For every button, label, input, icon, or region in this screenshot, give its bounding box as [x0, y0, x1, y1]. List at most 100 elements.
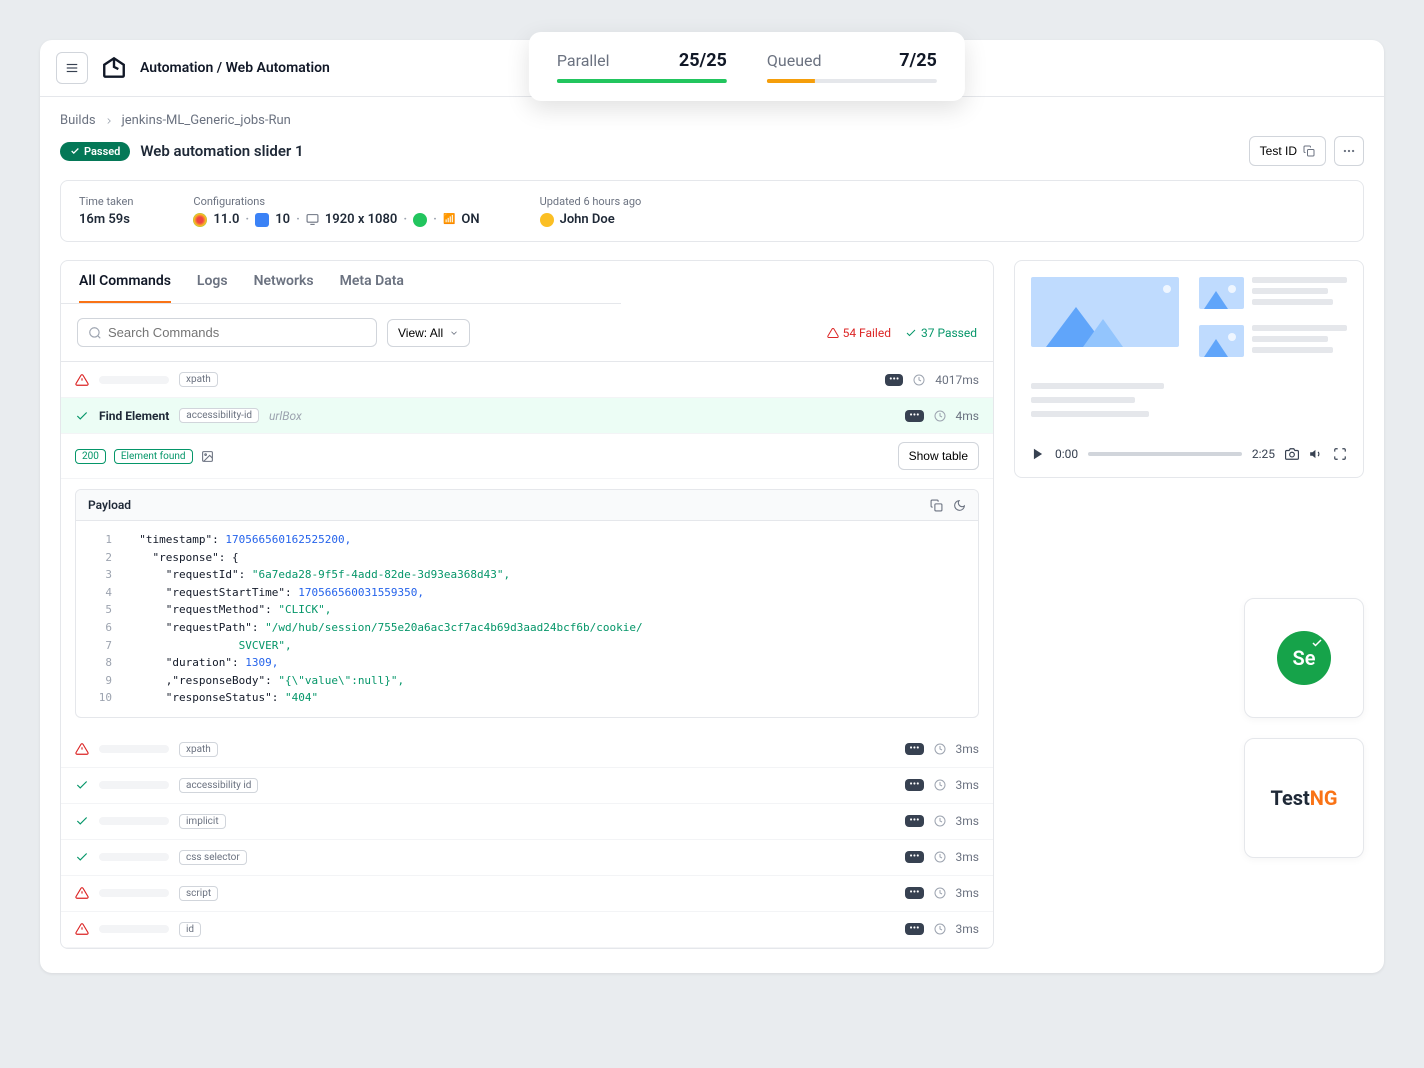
more-button[interactable]	[1334, 136, 1364, 166]
time-taken-value: 16m 59s	[79, 212, 133, 227]
warning-icon	[75, 886, 89, 900]
command-row[interactable]: implicit •••3ms	[61, 804, 993, 840]
configurations-label: Configurations	[193, 195, 479, 208]
selenium-card: Se	[1244, 598, 1364, 718]
page-title: Web automation slider 1	[140, 142, 303, 160]
hamburger-icon	[65, 61, 79, 75]
parallel-value: 25/25	[679, 50, 727, 71]
breadcrumb: Builds jenkins-ML_Generic_jobs-Run	[60, 113, 1364, 128]
logo-icon	[100, 54, 128, 82]
crumb-current: jenkins-ML_Generic_jobs-Run	[122, 113, 291, 128]
check-icon	[905, 327, 917, 339]
tab-networks[interactable]: Networks	[254, 273, 314, 303]
duration: 3ms	[956, 886, 979, 900]
search-input[interactable]	[77, 318, 377, 347]
more-icon[interactable]: •••	[905, 779, 923, 791]
queued-label: Queued	[767, 51, 822, 70]
warning-icon	[75, 373, 89, 387]
crumb-root[interactable]: Builds	[60, 113, 96, 128]
payload-title: Payload	[88, 498, 131, 512]
parallel-label: Parallel	[557, 51, 610, 70]
clock-icon	[934, 743, 946, 755]
video-time-end: 2:25	[1252, 447, 1275, 461]
duration: 3ms	[956, 742, 979, 756]
selector-tag: script	[179, 886, 218, 901]
more-icon[interactable]: •••	[905, 743, 923, 755]
command-row[interactable]: css selector •••3ms	[61, 840, 993, 876]
tabs: All Commands Logs Networks Meta Data	[61, 261, 621, 304]
image-icon[interactable]	[201, 450, 214, 463]
signal-icon: 📶	[443, 214, 455, 225]
more-icon[interactable]: •••	[905, 815, 923, 827]
video-time-start: 0:00	[1055, 447, 1078, 461]
updated-label: Updated 6 hours ago	[540, 195, 642, 208]
tab-all-commands[interactable]: All Commands	[79, 273, 171, 303]
selector-tag: id	[179, 922, 201, 937]
more-icon[interactable]: •••	[905, 851, 923, 863]
monitor-icon	[306, 213, 319, 226]
command-name: Find Element	[99, 409, 169, 423]
command-detail-row: 200 Element found Show table	[61, 434, 993, 479]
volume-icon[interactable]	[1309, 447, 1323, 461]
selenium-icon: Se	[1277, 631, 1331, 685]
testng-card: TestNG	[1244, 738, 1364, 858]
tab-logs[interactable]: Logs	[197, 273, 228, 303]
command-row[interactable]: accessibility id •••3ms	[61, 768, 993, 804]
warning-icon	[75, 922, 89, 936]
chevron-down-icon	[449, 328, 459, 338]
queued-value: 7/25	[899, 50, 937, 71]
chevron-right-icon	[104, 116, 114, 126]
clock-icon	[934, 923, 946, 935]
warning-icon	[827, 327, 839, 339]
check-icon	[75, 850, 89, 864]
fullscreen-icon[interactable]	[1333, 447, 1347, 461]
command-row[interactable]: Find Element accessibility-id urlBox •••…	[61, 398, 993, 434]
time-taken-label: Time taken	[79, 195, 133, 208]
play-icon[interactable]	[1031, 447, 1045, 461]
chrome-icon	[193, 213, 207, 227]
payload-panel: Payload 1 "timestamp": 17056656016252520…	[75, 489, 979, 718]
video-scrubber[interactable]	[1088, 452, 1242, 456]
more-icon[interactable]: •••	[885, 374, 903, 386]
failed-count: 54 Failed	[827, 326, 891, 340]
copy-icon[interactable]	[930, 499, 943, 512]
selector-tag: xpath	[179, 372, 218, 387]
show-table-button[interactable]: Show table	[898, 442, 979, 470]
clock-icon	[934, 779, 946, 791]
status-code: 200	[75, 449, 106, 464]
selector-tag: accessibility-id	[179, 408, 259, 423]
search-icon	[88, 326, 102, 340]
more-icon[interactable]: •••	[905, 410, 923, 422]
check-icon	[75, 409, 89, 423]
check-icon	[70, 146, 80, 156]
tab-meta-data[interactable]: Meta Data	[340, 273, 404, 303]
test-id-button[interactable]: Test ID	[1249, 136, 1326, 166]
command-row[interactable]: script ••• 3ms	[61, 876, 993, 912]
globe-icon	[413, 213, 427, 227]
camera-icon[interactable]	[1285, 447, 1299, 461]
view-filter-button[interactable]: View: All	[387, 319, 470, 347]
testng-icon: TestNG	[1270, 786, 1337, 810]
menu-button[interactable]	[56, 52, 88, 84]
status-msg: Element found	[114, 449, 193, 464]
selector-tag: xpath	[179, 742, 218, 757]
selector-tag: accessibility id	[179, 778, 258, 793]
clock-icon	[934, 851, 946, 863]
moon-icon[interactable]	[953, 499, 966, 512]
avatar	[540, 213, 554, 227]
check-icon	[75, 814, 89, 828]
more-horizontal-icon	[1342, 144, 1356, 158]
breadcrumb-top: Automation / Web Automation	[140, 60, 330, 76]
more-icon[interactable]: •••	[905, 887, 923, 899]
selector-tag: css selector	[179, 850, 247, 865]
copy-icon	[1303, 145, 1315, 157]
command-row[interactable]: id ••• 3ms	[61, 912, 993, 948]
command-row[interactable]: xpath ••• 3ms	[61, 732, 993, 768]
more-icon[interactable]: •••	[905, 923, 923, 935]
command-row[interactable]: xpath •••4017ms	[61, 362, 993, 398]
warning-icon	[75, 742, 89, 756]
duration: 3ms	[956, 922, 979, 936]
configurations-value: 11.0· 10· 1920 x 1080· · 📶 ON	[193, 212, 479, 227]
video-player-card: 0:00 2:25	[1014, 260, 1364, 478]
placeholder-image	[1199, 325, 1244, 357]
